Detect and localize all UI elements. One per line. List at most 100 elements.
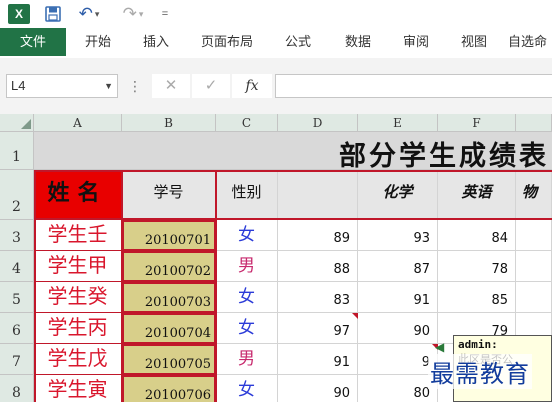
sheet-title: 部分学生成绩表 [339,141,549,172]
gender-cell[interactable]: 女 [216,282,278,313]
score-cell[interactable]: 90 [278,375,358,402]
insert-function-icon[interactable]: fx [232,74,272,98]
name-box-value: L4 [11,78,26,93]
gender-cell[interactable]: 男 [216,344,278,375]
header-d-cell[interactable] [278,170,358,220]
tab-view[interactable]: 视图 [448,28,500,56]
tab-file[interactable]: 文件 [0,28,66,56]
score-cell[interactable]: 85 [438,282,516,313]
enter-icon[interactable]: ✓ [192,74,230,98]
score-cell[interactable]: 90 [358,313,438,344]
column-header-b[interactable]: B [122,114,216,132]
column-header-a[interactable]: A [34,114,122,132]
tab-custom[interactable]: 自选命 [508,28,552,56]
gender-cell[interactable]: 女 [216,220,278,251]
column-header-e[interactable]: E [358,114,438,132]
title-cell[interactable]: 部分学生成绩表 [34,132,552,172]
gender-cell[interactable]: 女 [216,313,278,344]
name-cell[interactable]: 学生戊 [34,344,122,375]
header-gender-cell[interactable]: 性别 [216,170,278,220]
row-header-3[interactable]: 3 [0,220,34,251]
header-chem-cell[interactable]: 化学 [358,170,438,220]
row-header-7[interactable]: 7 [0,344,34,375]
student-id-cell[interactable]: 20100704 [122,313,216,344]
student-id-cell[interactable]: 20100706 [122,375,216,402]
name-cell[interactable]: 学生甲 [34,251,122,282]
student-id-cell[interactable]: 20100702 [122,251,216,282]
score-cell[interactable]: 93 [358,220,438,251]
ribbon-tabs: 文件 开始 插入 页面布局 公式 数据 审阅 视图 自选命 [0,28,552,59]
score-cell[interactable]: 84 [438,220,516,251]
table-border [34,170,552,172]
table-border [34,374,122,375]
table-border [34,312,122,313]
column-header-c[interactable]: C [216,114,278,132]
student-id-cell[interactable]: 20100705 [122,344,216,375]
row-header-1[interactable]: 1 [0,132,34,170]
table-border [34,281,122,282]
cancel-icon[interactable]: ✕ [152,74,190,98]
table-border [34,250,122,251]
table-border [34,170,36,402]
watermark: 最需教育 [428,354,532,389]
table-border [121,170,123,402]
empty-cell[interactable] [516,220,552,251]
tab-home[interactable]: 开始 [72,28,124,56]
tab-page-layout[interactable]: 页面布局 [192,28,262,56]
score-cell[interactable]: 80 [358,375,438,402]
score-cell[interactable]: 91 [278,344,358,375]
tab-data[interactable]: 数据 [332,28,384,56]
student-id-cell[interactable]: 20100701 [122,220,216,251]
name-cell[interactable]: 学生癸 [34,282,122,313]
name-cell[interactable]: 学生丙 [34,313,122,344]
empty-cell[interactable] [516,282,552,313]
select-all-corner[interactable] [0,114,34,132]
excel-app-icon[interactable]: X [8,4,30,24]
tab-insert[interactable]: 插入 [130,28,182,56]
table-border [34,218,552,220]
row-header-6[interactable]: 6 [0,313,34,344]
comment-author: admin: [458,338,498,351]
row-header-5[interactable]: 5 [0,282,34,313]
column-header-g[interactable] [516,114,552,132]
score-cell[interactable]: 78 [438,251,516,282]
tab-review[interactable]: 审阅 [390,28,442,56]
drag-handle-icon[interactable]: ⋮ [128,78,142,94]
name-box[interactable]: L4 ▼ [6,74,118,98]
score-cell[interactable]: 87 [358,251,438,282]
comment-indicator-icon [352,313,358,319]
column-header-d[interactable]: D [278,114,358,132]
score-cell[interactable]: 89 [278,220,358,251]
gender-cell[interactable]: 女 [216,375,278,402]
header-g-cell[interactable]: 物 [516,170,552,220]
table-border [34,343,122,344]
customize-toolbar-icon[interactable]: = [158,4,172,24]
undo-icon[interactable]: ↶ ▾ [74,4,104,24]
column-header-f[interactable]: F [438,114,516,132]
tab-formulas[interactable]: 公式 [272,28,324,56]
name-cell[interactable]: 学生壬 [34,220,122,251]
name-cell[interactable]: 学生寅 [34,375,122,402]
chevron-down-icon[interactable]: ▼ [104,75,113,97]
header-eng-cell[interactable]: 英语 [438,170,516,220]
formula-toolbar: L4 ▼ ⋮ ✕ ✓ fx [0,58,552,114]
select-all-icon [21,119,31,129]
table-border [215,170,217,402]
gender-cell[interactable]: 男 [216,251,278,282]
comment-arrow-icon: ◀ [435,340,445,354]
score-cell[interactable]: 91 [358,282,438,313]
score-cell[interactable]: 88 [278,251,358,282]
redo-icon[interactable]: ↷ ▾ [118,4,148,24]
row-header-8[interactable]: 8 [0,375,34,402]
student-id-cell[interactable]: 20100703 [122,282,216,313]
score-cell[interactable]: 83 [278,282,358,313]
row-header-2[interactable]: 2 [0,170,34,220]
header-name-cell[interactable]: 姓名 [34,170,122,220]
score-cell[interactable]: 97 [278,313,358,344]
save-icon[interactable] [44,4,62,24]
row-header-4[interactable]: 4 [0,251,34,282]
empty-cell[interactable] [516,251,552,282]
score-cell[interactable]: 9 [358,344,438,375]
header-id-cell[interactable]: 学号 [122,170,216,220]
formula-input[interactable] [275,74,552,98]
